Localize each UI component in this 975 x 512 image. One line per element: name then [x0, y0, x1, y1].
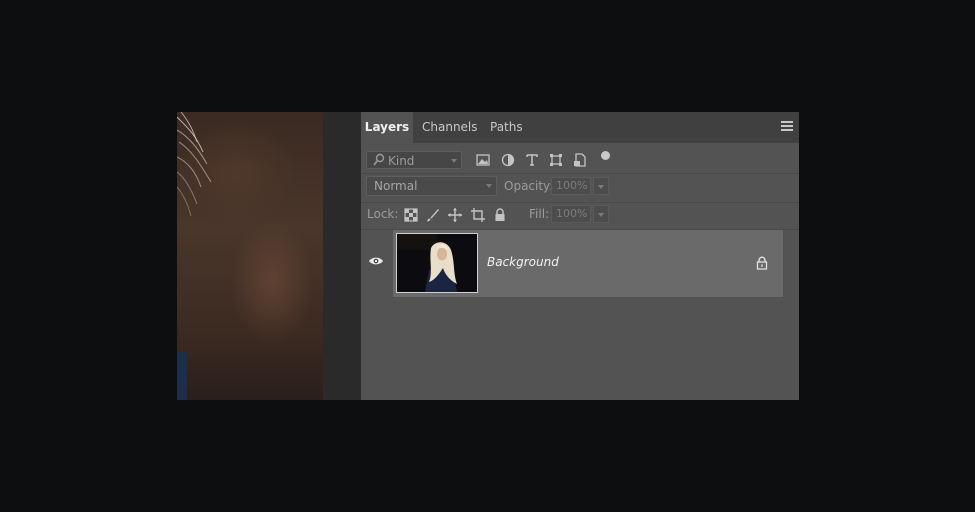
- lock-image-pixels-icon[interactable]: [425, 207, 441, 223]
- canvas-edge-detail: [177, 352, 187, 400]
- adjustment-filter-icon[interactable]: [500, 152, 516, 168]
- eye-icon[interactable]: [368, 253, 384, 269]
- tab-layers[interactable]: Layers: [361, 112, 413, 143]
- filter-toggle-dot[interactable]: [601, 151, 610, 160]
- search-icon: [373, 153, 385, 166]
- layers-panel: Layers Channels Paths Kind Normal Opacit…: [361, 112, 799, 400]
- opacity-dropdown-button[interactable]: [593, 177, 609, 195]
- tab-channels[interactable]: Channels: [422, 112, 478, 143]
- panel-tab-bar: Layers Channels Paths: [361, 112, 799, 143]
- layer-name[interactable]: Background: [487, 255, 559, 269]
- fill-input[interactable]: 100%: [551, 205, 591, 223]
- thumbnail-photo: [397, 234, 477, 292]
- opacity-label: Opacity:: [504, 179, 554, 193]
- filter-kind-select[interactable]: Kind: [366, 151, 462, 169]
- photoshop-window: Layers Channels Paths Kind Normal Opacit…: [177, 112, 799, 400]
- image-filter-icon[interactable]: [475, 152, 491, 168]
- document-canvas[interactable]: [177, 112, 323, 400]
- lock-transparent-pixels-icon[interactable]: [403, 207, 419, 223]
- lock-all-icon[interactable]: [492, 207, 508, 223]
- layer-row-background[interactable]: Background: [393, 230, 783, 297]
- lock-position-icon[interactable]: [447, 207, 463, 223]
- layers-scrollbar[interactable]: [783, 230, 799, 400]
- hair-strands: [177, 112, 212, 217]
- hamburger-icon[interactable]: [781, 121, 793, 133]
- divider: [361, 173, 799, 174]
- opacity-input[interactable]: 100%: [551, 177, 591, 195]
- fill-dropdown-button[interactable]: [593, 205, 609, 223]
- panel-gutter: [323, 112, 361, 400]
- lock-artboard-icon[interactable]: [470, 207, 486, 223]
- tab-paths[interactable]: Paths: [490, 112, 523, 143]
- divider: [361, 202, 799, 203]
- chevron-down-icon: [451, 159, 457, 163]
- blend-mode-value: Normal: [374, 179, 418, 193]
- lock-label: Lock:: [367, 207, 399, 221]
- fill-label: Fill:: [529, 207, 550, 221]
- filter-row: Kind: [361, 143, 799, 174]
- layer-thumbnail: [396, 233, 478, 293]
- blend-mode-select[interactable]: Normal: [366, 176, 497, 196]
- shape-filter-icon[interactable]: [548, 152, 564, 168]
- smart-object-filter-icon[interactable]: [572, 152, 588, 168]
- chevron-down-icon: [486, 184, 492, 188]
- filter-kind-label: Kind: [388, 154, 415, 168]
- type-filter-icon[interactable]: [524, 152, 540, 168]
- layer-lock-icon[interactable]: [755, 256, 769, 270]
